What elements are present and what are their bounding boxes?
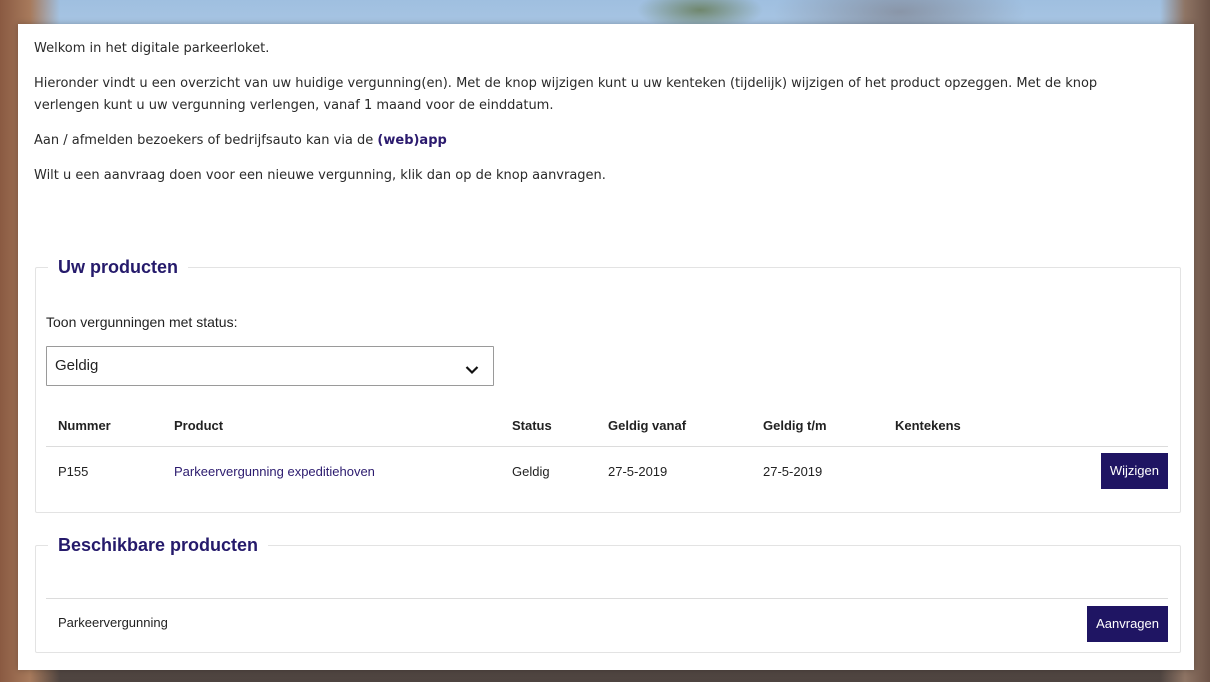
wijzigen-button[interactable]: Wijzigen: [1100, 453, 1168, 489]
welcome-text: Welkom in het digitale parkeerloket.: [34, 41, 270, 56]
available-products-title: Beschikbare producten: [58, 535, 259, 555]
overview-text: Hieronder vindt u een overzicht van uw h…: [34, 76, 1098, 113]
cell-kentekens: [883, 447, 1024, 496]
chevron-down-icon: [465, 360, 479, 379]
column-header-geldig-vanaf: Geldig vanaf: [596, 404, 751, 447]
new-request-text: Wilt u een aanvraag doen voor een nieuwe…: [34, 168, 606, 183]
status-filter-label: Toon vergunningen met status:: [46, 314, 238, 330]
visitors-text: Aan / afmelden bezoekers of bedrijfsauto…: [34, 130, 1154, 152]
column-header-kentekens: Kentekens: [883, 404, 1025, 447]
cell-geldig-tm: 27-5-2019: [763, 463, 823, 479]
products-table: Nummer Product Status Geldig vanaf Geldi…: [46, 404, 1168, 495]
cell-geldig-vanaf: 27-5-2019: [608, 463, 668, 479]
available-product-name: Parkeervergunning: [58, 615, 168, 630]
cell-actions: Wijzigen: [1024, 447, 1168, 496]
status-filter-select[interactable]: Geldig: [46, 346, 494, 386]
products-section: Uw producten Toon vergunningen met statu…: [35, 257, 1181, 513]
table-row: P155 Parkeervergunning expeditiehoven Ge…: [46, 447, 1168, 496]
webapp-link[interactable]: (web)app: [377, 133, 446, 148]
visitors-prefix: Aan / afmelden bezoekers of bedrijfsauto…: [34, 133, 378, 148]
content-card: Welkom in het digitale parkeerloket. Hie…: [18, 24, 1194, 670]
intro-text: Welkom in het digitale parkeerloket. Hie…: [34, 38, 1154, 200]
column-header-product: Product: [162, 404, 500, 447]
product-link[interactable]: Parkeervergunning expeditiehoven: [174, 464, 375, 479]
column-header-geldig-tm: Geldig t/m: [751, 404, 883, 447]
list-item: Parkeervergunning Aanvragen: [46, 598, 1168, 651]
aanvragen-button[interactable]: Aanvragen: [1087, 606, 1168, 642]
table-header-row: Nummer Product Status Geldig vanaf Geldi…: [46, 404, 1168, 447]
column-header-status: Status: [500, 404, 596, 447]
status-filter-value: Geldig: [55, 357, 99, 374]
column-header-actions: [1024, 404, 1168, 447]
cell-status: Geldig: [512, 463, 550, 479]
products-title: Uw producten: [58, 257, 178, 277]
cell-product: Parkeervergunning expeditiehoven: [162, 447, 500, 496]
available-products-section: Beschikbare producten Parkeervergunning …: [35, 535, 1181, 653]
cell-nummer: P155: [58, 463, 89, 479]
column-header-nummer: Nummer: [46, 404, 162, 447]
